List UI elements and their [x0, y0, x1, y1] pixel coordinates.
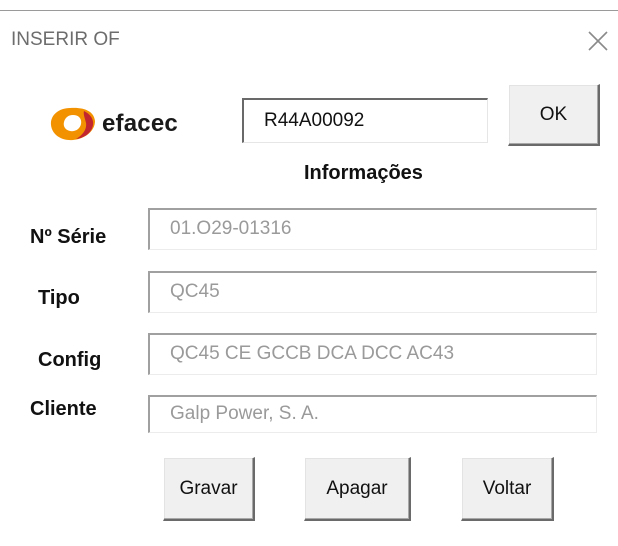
of-number-input[interactable]: R44A00092 — [242, 98, 488, 143]
apagar-button[interactable]: Apagar — [304, 457, 411, 521]
config-field[interactable]: QC45 CE GCCB DCA DCC AC43 — [148, 333, 597, 375]
window-title: INSERIR OF — [11, 29, 120, 50]
tipo-label: Tipo — [38, 287, 80, 309]
serie-label: Nº Série — [30, 226, 107, 248]
efacec-logo-icon — [50, 107, 95, 141]
cliente-label: Cliente — [30, 398, 97, 420]
cliente-field[interactable]: Galp Power, S. A. — [148, 395, 597, 433]
ok-button[interactable]: OK — [508, 84, 600, 146]
efacec-logo: efacec — [50, 105, 200, 143]
serie-field[interactable]: 01.O29-01316 — [148, 208, 597, 250]
gravar-button[interactable]: Gravar — [163, 457, 255, 521]
close-button[interactable] — [583, 27, 613, 57]
tipo-field[interactable]: QC45 — [148, 271, 597, 313]
logo-wordmark: efacec — [102, 110, 178, 137]
config-label: Config — [38, 349, 102, 371]
voltar-button[interactable]: Voltar — [461, 457, 554, 521]
window-top-border — [0, 10, 618, 11]
section-heading-informacoes: Informações — [304, 162, 423, 184]
close-icon — [588, 31, 608, 51]
